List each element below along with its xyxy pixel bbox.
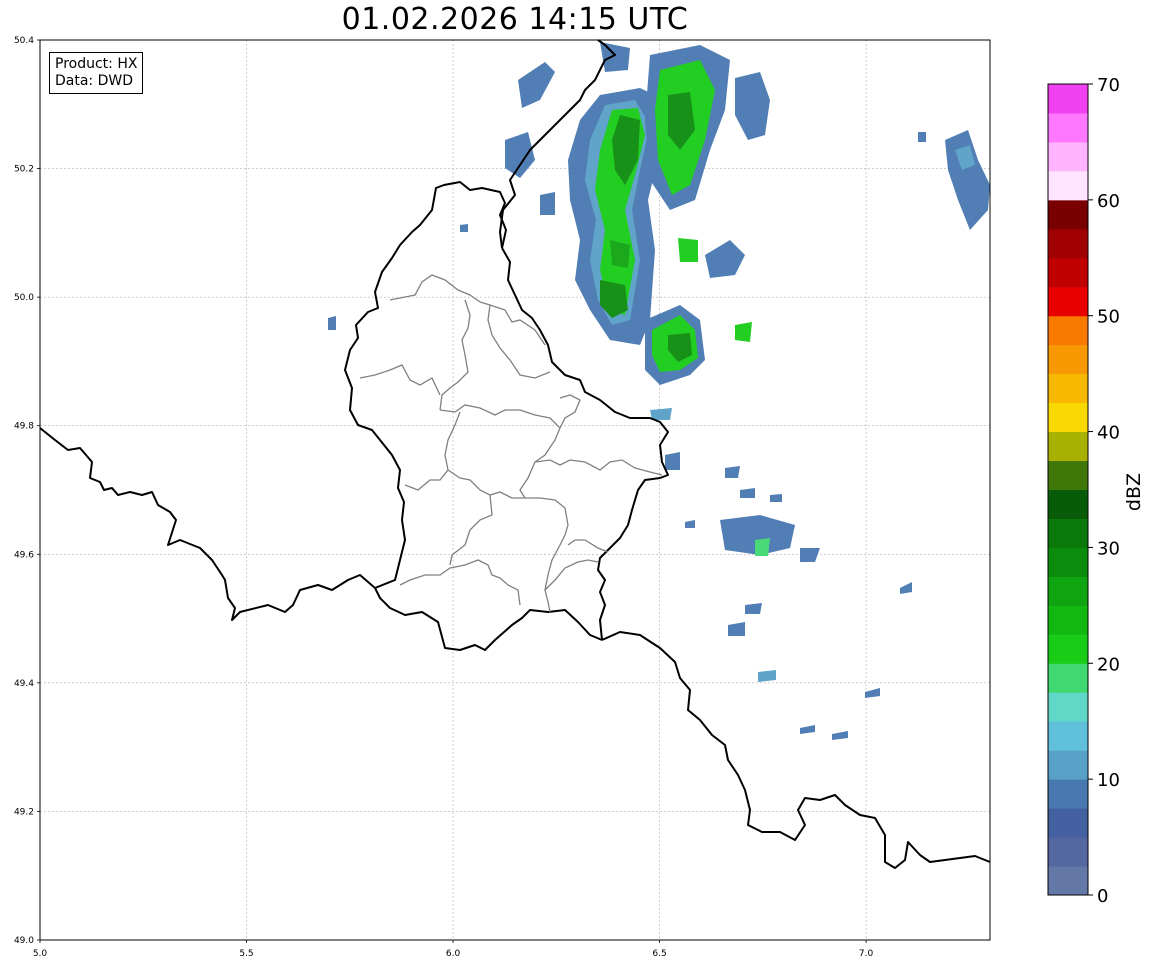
y-tick-label: 49.2 (14, 807, 34, 817)
colorbar-swatch (1048, 692, 1088, 722)
colorbar-swatch (1048, 489, 1088, 519)
colorbar-swatch (1048, 257, 1088, 288)
colorbar-swatch (1048, 460, 1088, 490)
colorbar-tick-label: 0 (1097, 886, 1108, 907)
colorbar-tick-label: 10 (1097, 770, 1120, 791)
colorbar-swatch (1048, 518, 1088, 548)
colorbar-tick-label: 30 (1097, 538, 1120, 559)
colorbar-swatch (1048, 228, 1088, 259)
colorbar-swatch (1048, 431, 1088, 462)
colorbar-swatch (1048, 750, 1088, 780)
colorbar-swatch (1048, 634, 1088, 664)
colorbar-swatch (1048, 286, 1088, 317)
data-source-label: Data: DWD (55, 73, 133, 89)
colorbar-tick-label: 40 (1097, 423, 1120, 444)
y-tick-label: 50.4 (14, 36, 34, 46)
colorbar-swatch (1048, 344, 1088, 375)
colorbar-tick-label: 70 (1097, 75, 1120, 96)
colorbar-swatch (1048, 721, 1088, 751)
y-tick-label: 49.0 (14, 936, 34, 946)
colorbar-swatch (1048, 84, 1088, 114)
colorbar-tick-label: 60 (1097, 191, 1120, 212)
radar-map: 5.0 5.5 6.0 6.5 7.0 50.4 50.2 50.0 49.8 49.6 49.4… (14, 36, 1145, 959)
y-tick-label: 50.2 (14, 165, 34, 175)
y-tick-label: 50.0 (14, 293, 34, 303)
colorbar-swatch (1048, 402, 1088, 433)
product-label: Product: HX (55, 56, 138, 72)
y-tick-label: 49.6 (14, 550, 34, 560)
colorbar-swatch (1048, 112, 1088, 143)
x-tick-label: 5.0 (33, 949, 48, 959)
colorbar-swatch (1048, 605, 1088, 635)
y-axis-ticks: 50.4 50.2 50.0 49.8 49.6 49.4 49.2 49.0 (14, 36, 40, 946)
colorbar-swatch (1048, 373, 1088, 404)
x-tick-label: 5.5 (239, 949, 253, 959)
colorbar-swatch (1048, 315, 1088, 346)
map-background (40, 40, 990, 940)
y-tick-label: 49.8 (14, 422, 34, 432)
x-tick-label: 6.0 (446, 949, 461, 959)
colorbar-swatch (1048, 547, 1088, 577)
colorbar-swatch (1048, 576, 1088, 606)
x-tick-label: 6.5 (652, 949, 666, 959)
colorbar-swatch (1048, 866, 1088, 896)
colorbar-tick-label: 50 (1097, 307, 1120, 328)
y-tick-label: 49.4 (14, 679, 34, 689)
colorbar-ticks: 0 10 20 30 40 50 60 70 (1088, 75, 1120, 907)
colorbar-swatch (1048, 141, 1088, 172)
colorbar-swatch (1048, 663, 1088, 693)
x-tick-label: 7.0 (859, 949, 874, 959)
x-axis-ticks: 5.0 5.5 6.0 6.5 7.0 (33, 940, 874, 959)
map-area (39, 39, 991, 941)
colorbar: 0 10 20 30 40 50 60 70 dBZ (1047, 75, 1145, 907)
colorbar-swatch (1048, 199, 1088, 230)
colorbar-swatch (1048, 837, 1088, 867)
colorbar-swatches (1048, 84, 1088, 896)
colorbar-tick-label: 20 (1097, 654, 1120, 675)
colorbar-swatch (1048, 808, 1088, 838)
info-box: Product: HX Data: DWD (49, 52, 144, 94)
colorbar-swatch (1048, 170, 1088, 201)
colorbar-swatch (1048, 779, 1088, 809)
colorbar-label: dBZ (1123, 473, 1145, 511)
